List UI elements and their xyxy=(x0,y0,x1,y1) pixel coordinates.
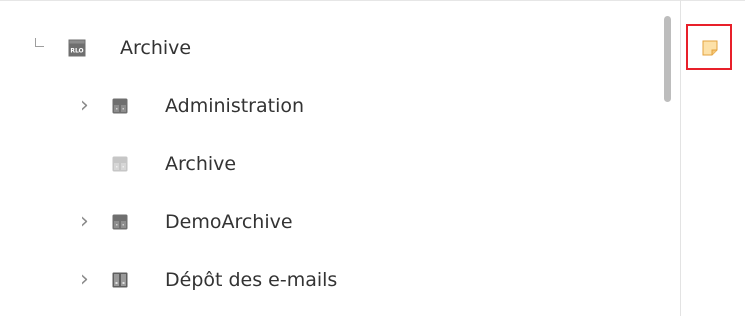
tree-item-label: DemoArchive xyxy=(165,211,293,233)
tree-item-administration[interactable]: › Administration xyxy=(0,92,660,120)
archive-tree: RLO Archive › Administration Archive › D… xyxy=(0,1,680,316)
tree-connector-icon xyxy=(35,38,44,47)
sticky-note-button[interactable] xyxy=(686,24,732,70)
tree-item-label: Dépôt des e-mails xyxy=(165,269,338,291)
chevron-right-icon[interactable]: › xyxy=(80,211,91,233)
repository-icon-text: RLO xyxy=(70,48,83,55)
chevron-right-icon[interactable]: › xyxy=(80,269,91,291)
tree-root-label: Archive xyxy=(120,37,192,59)
mail-cabinet-icon xyxy=(112,272,128,288)
repository-icon: RLO xyxy=(68,39,86,57)
tree-root-archive[interactable]: RLO Archive xyxy=(0,34,660,62)
pane-divider[interactable] xyxy=(680,0,681,316)
vertical-scrollbar[interactable] xyxy=(664,16,671,102)
chevron-right-icon[interactable]: › xyxy=(80,95,91,117)
tree-item-label: Archive xyxy=(165,153,237,175)
cabinet-icon xyxy=(112,214,128,230)
cabinet-icon xyxy=(112,156,128,172)
tree-item-archive[interactable]: Archive xyxy=(0,150,660,178)
tree-item-demoarchive[interactable]: › DemoArchive xyxy=(0,208,660,236)
tree-item-label: Administration xyxy=(165,95,305,117)
tree-item-depot-des-e-mails[interactable]: › Dépôt des e-mails xyxy=(0,266,660,294)
sticky-note-icon xyxy=(702,40,718,56)
cabinet-icon xyxy=(112,98,128,114)
